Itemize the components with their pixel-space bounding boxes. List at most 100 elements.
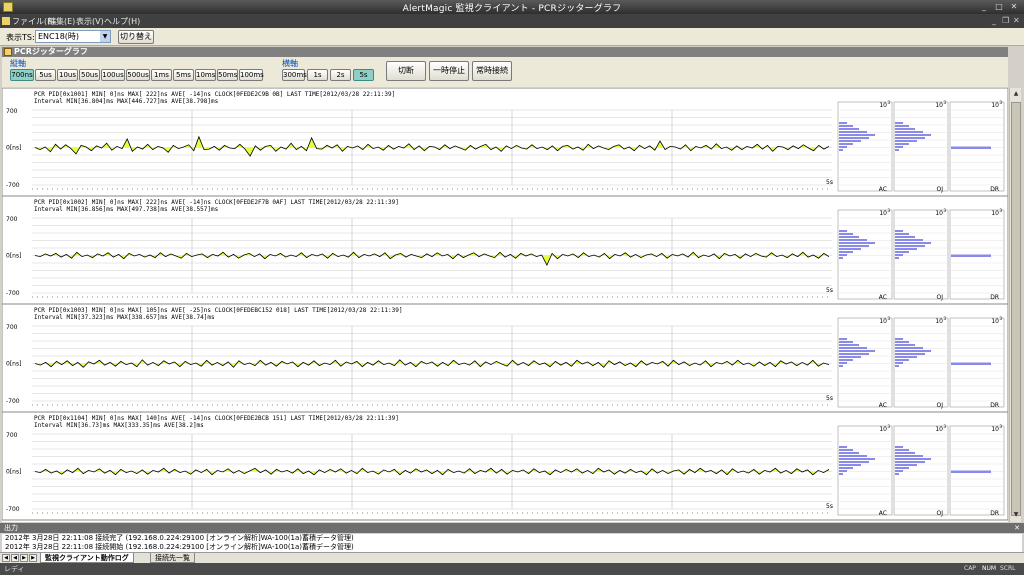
histogram-bar (839, 350, 875, 352)
histogram-bar (839, 146, 847, 148)
x-axis-end-label: 5s (826, 395, 833, 402)
switch-button[interactable]: 切り替え (118, 30, 154, 44)
close-output-icon[interactable]: ✕ (1014, 523, 1020, 533)
histogram-bar (839, 365, 843, 367)
vaxis-button-100us[interactable]: 100us (101, 69, 125, 81)
tab-client-log[interactable]: 監視クライアント動作ログ (40, 553, 134, 563)
y-axis-zero-label: 0[ns] (6, 145, 21, 152)
histogram-scale-label: 10 (879, 102, 887, 109)
document-header: PCRジッターグラフ (2, 47, 1008, 57)
histogram-bar (839, 458, 875, 460)
haxis-button-5s[interactable]: 5s (353, 69, 374, 81)
haxis-button-2s[interactable]: 2s (330, 69, 351, 81)
histogram-scale-label: 10 (879, 210, 887, 217)
histogram-bar (895, 353, 925, 355)
histogram-bar (951, 362, 991, 365)
histogram-bar (895, 242, 931, 244)
y-axis-min-label: -700 (6, 290, 20, 297)
vaxis-button-700ns[interactable]: 700ns (10, 69, 34, 81)
vaxis-button-1ms[interactable]: 1ms (151, 69, 172, 81)
num-indicator: NUM (982, 565, 997, 572)
histogram-bar (839, 353, 869, 355)
haxis-button-300ms[interactable]: 300ms (282, 69, 307, 81)
disconnect-button[interactable]: 切断 (386, 61, 426, 81)
histogram-bar (839, 128, 859, 130)
ts-select-value: ENC18(時) (38, 32, 80, 41)
histogram-bar (895, 257, 899, 259)
vaxis-button-500us[interactable]: 500us (126, 69, 150, 81)
histogram-bar (839, 131, 867, 133)
vaxis-button-10ms[interactable]: 10ms (195, 69, 216, 81)
histogram-bar (895, 134, 931, 136)
histogram-bar (895, 137, 925, 139)
histogram-bar (895, 473, 899, 475)
vaxis-button-5ms[interactable]: 5ms (173, 69, 194, 81)
pcr-stats-text: PCR PID[0x1002] MIN[ 0]ns MAX[ 222]ns AV… (34, 199, 399, 206)
histogram-bar (839, 254, 847, 256)
toolbar: 表示TS: ENC18(時) ▼ 切り替え (0, 28, 1024, 46)
histogram-bar (895, 365, 899, 367)
histogram-label-OJ: OJ (937, 294, 944, 301)
menu-view[interactable]: 表示(V) (76, 16, 104, 27)
interval-stats-text: Interval MIN[36.856]ms MAX[497.738]ms AV… (34, 206, 219, 213)
vertical-scrollbar[interactable]: ▲ ▼ (1009, 88, 1021, 522)
scroll-down-icon[interactable]: ▼ (1011, 510, 1021, 520)
output-log: 2012年 3月28日 22:11:08 接続完了 (192.168.0.224… (2, 534, 1022, 552)
vaxis-button-5us[interactable]: 5us (35, 69, 56, 81)
minimize-icon[interactable]: _ (978, 2, 990, 12)
mdi-doc-icon[interactable] (2, 17, 10, 25)
mdi-restore-icon[interactable]: ❐ (1002, 16, 1009, 25)
histogram-label-DR: DR (990, 294, 999, 301)
vaxis-button-50us[interactable]: 50us (79, 69, 100, 81)
histogram-label-OJ: OJ (937, 510, 944, 517)
pcr-stats-text: PCR PID[0x1003] MIN[ 0]ns MAX[ 105]ns AV… (34, 307, 402, 314)
close-icon[interactable]: ✕ (1008, 2, 1020, 12)
histogram-scale-label: 10 (935, 210, 943, 217)
tab-connections[interactable]: 接続先一覧 (150, 553, 195, 563)
first-tab-icon[interactable]: ◀ (2, 554, 10, 562)
histogram-bar (895, 125, 909, 127)
maximize-icon[interactable]: □ (993, 2, 1005, 12)
histogram-bar (839, 359, 853, 361)
output-pane-header: 出力 ✕ (0, 523, 1024, 533)
vaxis-button-10us[interactable]: 10us (57, 69, 78, 81)
menu-help[interactable]: ヘルプ(H) (104, 16, 140, 27)
histogram-bar (895, 455, 923, 457)
mdi-minimize-icon[interactable]: _ (992, 16, 996, 25)
graph-doc-icon (4, 48, 12, 56)
y-axis-max-label: 700 (6, 324, 18, 331)
histogram-bar (895, 359, 909, 361)
output-tab-bar: ◀ ◀ ▶ ▶ 監視クライアント動作ログ 接続先一覧 (0, 552, 1024, 563)
vaxis-button-50ms[interactable]: 50ms (217, 69, 238, 81)
mdi-close-icon[interactable]: ✕ (1013, 16, 1020, 25)
menu-edit[interactable]: 編集(E) (48, 16, 75, 27)
histogram-bar (895, 458, 931, 460)
chevron-down-icon[interactable]: ▼ (100, 31, 110, 42)
haxis-button-1s[interactable]: 1s (307, 69, 328, 81)
histogram-bar (839, 140, 861, 142)
scroll-up-icon[interactable]: ▲ (1011, 89, 1021, 99)
jitter-graphs-svg: PCR PID[0x1001] MIN[ 0]ns MAX[ 222]ns AV… (2, 88, 1008, 521)
next-tab-icon[interactable]: ▶ (20, 554, 28, 562)
histogram-scale-label: 10 (991, 318, 999, 325)
prev-tab-icon[interactable]: ◀ (11, 554, 19, 562)
vertical-axis-label: 縦軸 (10, 59, 26, 68)
histogram-bar (839, 464, 861, 466)
last-tab-icon[interactable]: ▶ (29, 554, 37, 562)
histogram-label-AC: AC (879, 402, 887, 409)
histogram-label-DR: DR (990, 510, 999, 517)
y-axis-max-label: 700 (6, 108, 18, 115)
scroll-thumb[interactable] (1011, 102, 1021, 516)
histogram-scale-label: 10 (991, 426, 999, 433)
histogram-bar (839, 149, 843, 151)
always-connect-button[interactable]: 常時接続 (472, 61, 512, 81)
ts-select[interactable]: ENC18(時) ▼ (35, 30, 111, 43)
log-line: 2012年 3月28日 22:11:08 接続開始 (192.168.0.224… (5, 543, 354, 551)
pause-button[interactable]: 一時停止 (429, 61, 469, 81)
interval-stats-text: Interval MIN[36.73]ms MAX[333.35]ms AVE[… (34, 422, 204, 429)
vaxis-button-100ms[interactable]: 100ms (239, 69, 264, 81)
histogram-bar (839, 461, 869, 463)
histogram-scale-label: 10 (991, 210, 999, 217)
histogram-bar (839, 452, 859, 454)
histogram-bar (895, 341, 909, 343)
